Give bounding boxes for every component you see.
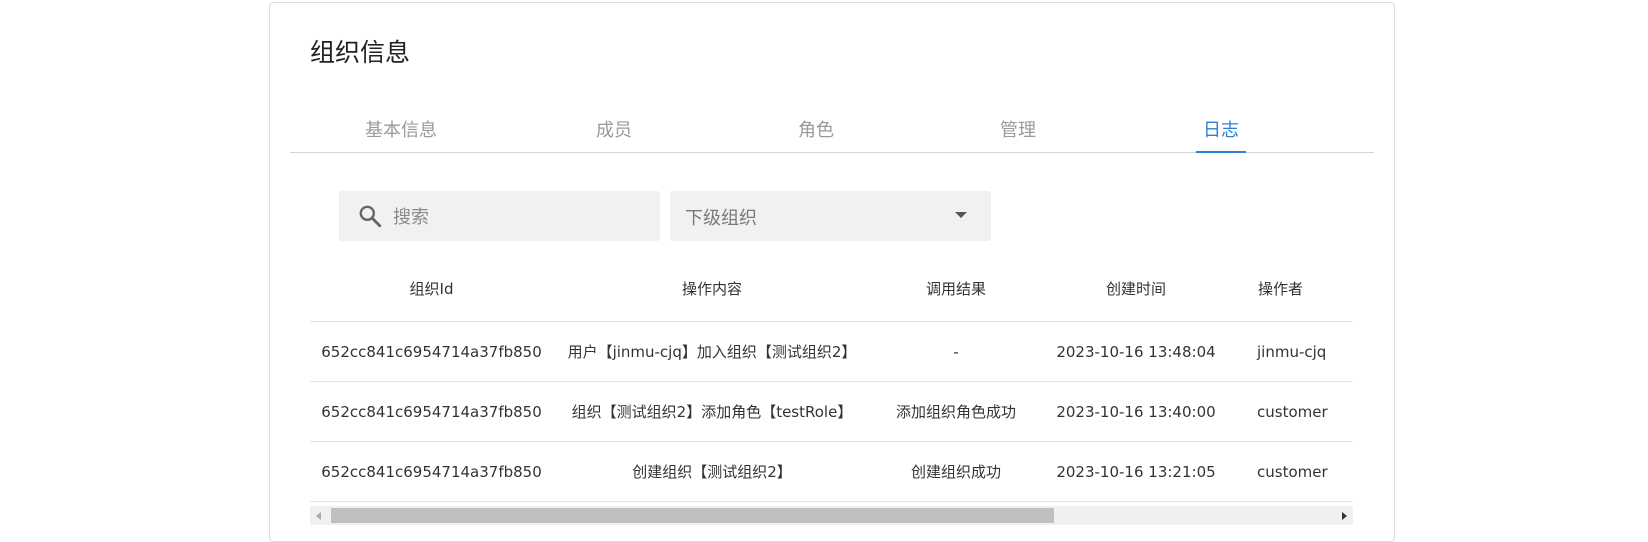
cell-org-id: 652cc841c6954714a37fb850 — [321, 402, 542, 421]
cell-org-id: 652cc841c6954714a37fb850 — [321, 462, 542, 481]
column-header-operator: 操作者 — [1258, 279, 1304, 298]
cell-operation: 用户【jinmu-cjq】加入组织【测试组织2】 — [567, 343, 857, 361]
org-info-card: 组织信息 基本信息 成员 角色 管理 日志 下级组织 组织Id 操作内容 调用结… — [269, 2, 1395, 542]
scroll-left-arrow-icon[interactable] — [310, 506, 329, 525]
cell-operator: customer — [1257, 462, 1328, 481]
log-table: 组织Id 操作内容 调用结果 创建时间 操作者 652cc841c6954714… — [310, 255, 1353, 525]
table-header-row: 组织Id 操作内容 调用结果 创建时间 操作者 — [310, 255, 1353, 322]
search-input[interactable] — [391, 191, 650, 243]
cell-operator: jinmu-cjq — [1257, 342, 1327, 361]
table-row[interactable]: 652cc841c6954714a37fb850 创建组织【测试组织2】 创建组… — [310, 442, 1353, 502]
active-tab-indicator — [1196, 151, 1246, 153]
cell-result: - — [953, 342, 959, 361]
tab-members[interactable]: 成员 — [574, 116, 654, 142]
suborg-select-value: 下级组织 — [685, 208, 757, 229]
column-header-result: 调用结果 — [925, 279, 986, 298]
cell-operator: customer — [1257, 402, 1328, 421]
suborg-select[interactable]: 下级组织 — [670, 191, 991, 241]
tab-basic-info[interactable]: 基本信息 — [346, 116, 456, 142]
cell-operation: 创建组织【测试组织2】 — [632, 463, 792, 481]
tab-logs[interactable]: 日志 — [1181, 116, 1261, 142]
cell-result: 创建组织成功 — [910, 463, 1001, 481]
tab-manage[interactable]: 管理 — [978, 116, 1058, 142]
cell-created-time: 2023-10-16 13:21:05 — [1056, 462, 1216, 481]
search-field — [339, 191, 660, 243]
scrollbar-thumb[interactable] — [331, 508, 1054, 523]
cell-created-time: 2023-10-16 13:40:00 — [1056, 402, 1216, 421]
horizontal-scrollbar[interactable] — [310, 506, 1353, 525]
table-row[interactable]: 652cc841c6954714a37fb850 用户【jinmu-cjq】加入… — [310, 322, 1353, 382]
cell-created-time: 2023-10-16 13:48:04 — [1056, 342, 1216, 361]
cell-org-id: 652cc841c6954714a37fb850 — [321, 342, 542, 361]
caret-down-icon — [955, 212, 967, 218]
cell-operation: 组织【测试组织2】添加角色【testRole】 — [571, 403, 853, 421]
cell-result: 添加组织角色成功 — [895, 403, 1016, 421]
page-title: 组织信息 — [310, 38, 411, 67]
column-header-created-time: 创建时间 — [1105, 279, 1166, 298]
tab-roles[interactable]: 角色 — [776, 116, 856, 142]
table-row[interactable]: 652cc841c6954714a37fb850 组织【测试组织2】添加角色【t… — [310, 382, 1353, 442]
column-header-org-id: 组织Id — [409, 279, 454, 298]
tab-bar: 基本信息 成员 角色 管理 日志 — [290, 110, 1374, 153]
column-header-operation: 操作内容 — [681, 279, 742, 298]
scroll-right-arrow-icon[interactable] — [1334, 506, 1353, 525]
search-icon — [359, 205, 382, 228]
